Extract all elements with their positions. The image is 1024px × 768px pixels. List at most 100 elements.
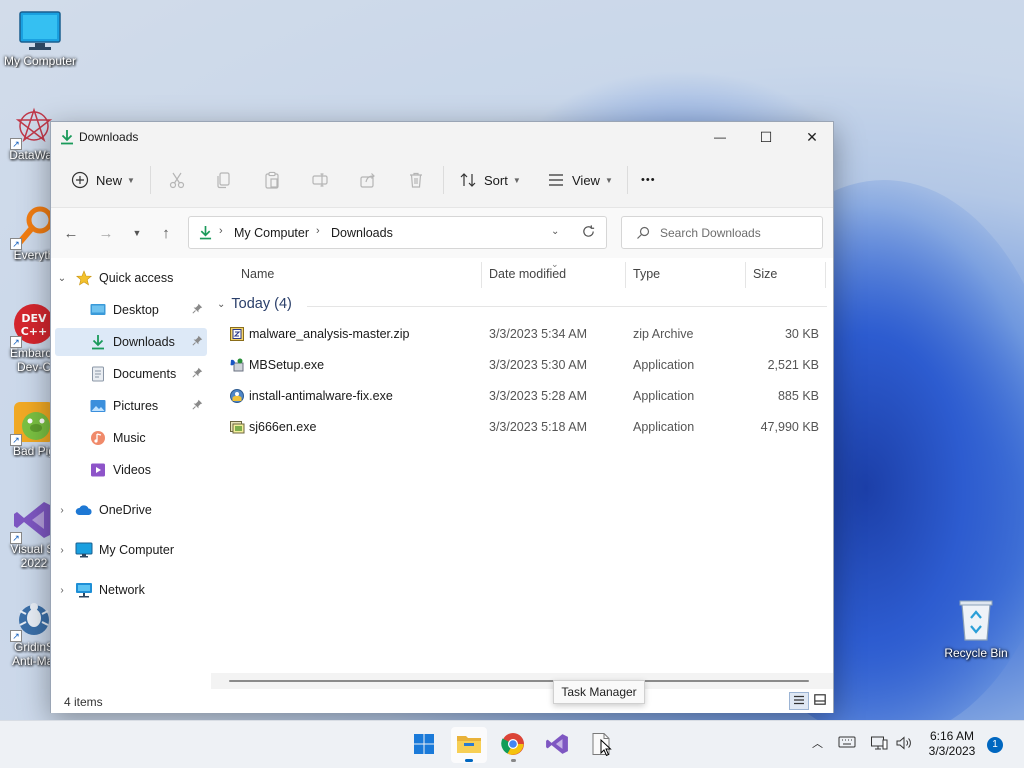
pin-icon[interactable] bbox=[192, 335, 203, 349]
breadcrumb-my-computer[interactable]: My Computer bbox=[234, 226, 309, 240]
nav-item-videos[interactable]: Videos bbox=[55, 456, 207, 484]
recent-locations-button[interactable]: ▼ bbox=[125, 221, 149, 245]
nav-item-label: Network bbox=[99, 583, 145, 597]
keyboard-icon[interactable] bbox=[838, 735, 856, 752]
chevron-down-icon[interactable]: ⌄ bbox=[55, 273, 69, 284]
taskbar-file-explorer[interactable] bbox=[451, 727, 487, 763]
nav-item-documents[interactable]: Documents bbox=[55, 360, 207, 388]
arrow-up-icon: ↑ bbox=[162, 224, 170, 242]
up-button[interactable]: ↑ bbox=[154, 221, 178, 245]
minimize-button[interactable]: — bbox=[697, 122, 743, 152]
share-icon[interactable] bbox=[356, 168, 380, 192]
file-row[interactable]: install-antimalware-fix.exe 3/3/2023 5:2… bbox=[211, 382, 831, 410]
installer-icon bbox=[229, 388, 245, 404]
pin-icon[interactable] bbox=[192, 399, 203, 413]
system-clock[interactable]: 6:16 AM 3/3/2023 bbox=[924, 729, 980, 759]
file-explorer-icon bbox=[456, 733, 482, 758]
chevron-down-icon: ▼ bbox=[512, 175, 521, 185]
file-row[interactable]: malware_analysis-master.zip 3/3/2023 5:3… bbox=[211, 320, 831, 348]
close-button[interactable]: ✕ bbox=[789, 122, 835, 152]
maximize-button[interactable]: ☐ bbox=[743, 122, 789, 152]
pin-icon[interactable] bbox=[192, 367, 203, 381]
address-bar[interactable]: › My Computer › Downloads ⌄ bbox=[188, 216, 607, 249]
column-header-size[interactable]: Size bbox=[753, 267, 777, 281]
chevron-down-icon: ▼ bbox=[604, 175, 613, 185]
column-header-date-modified[interactable]: Date modified bbox=[489, 267, 566, 281]
show-hidden-icons-button[interactable]: ︿ bbox=[812, 735, 823, 751]
file-explorer-window: Downloads — ☐ ✕ New ▼ Sort ▼ View ▼ ••• … bbox=[50, 121, 834, 713]
network-icon[interactable] bbox=[870, 735, 888, 754]
delete-icon[interactable] bbox=[404, 168, 428, 192]
pin-icon[interactable] bbox=[192, 303, 203, 317]
file-size: 885 KB bbox=[777, 389, 819, 403]
file-date: 3/3/2023 5:18 AM bbox=[489, 420, 587, 434]
refresh-icon[interactable] bbox=[581, 224, 596, 242]
videos-folder-icon bbox=[89, 461, 107, 479]
desktop-icon-recycle-bin[interactable]: Recycle Bin bbox=[940, 598, 1012, 660]
column-header-type[interactable]: Type bbox=[633, 267, 660, 281]
divider bbox=[627, 166, 628, 194]
desktop-icon-my-computer[interactable]: My Computer bbox=[0, 10, 80, 68]
arrow-left-icon: ← bbox=[63, 224, 79, 242]
group-header-today[interactable]: ⌄ Today (4) bbox=[217, 296, 292, 312]
address-row: ← → ▼ ↑ › My Computer › Downloads ⌄ bbox=[51, 208, 833, 258]
zip-archive-icon bbox=[229, 326, 245, 342]
rename-icon[interactable] bbox=[308, 168, 332, 192]
back-button[interactable]: ← bbox=[59, 221, 83, 245]
nav-quick-access[interactable]: ⌄ Quick access bbox=[55, 264, 207, 292]
chevron-down-icon: ⌄ bbox=[217, 298, 226, 310]
chevron-right-icon[interactable]: › bbox=[55, 545, 69, 556]
view-button[interactable]: View ▼ bbox=[547, 166, 613, 194]
nav-item-my-computer[interactable]: › My Computer bbox=[55, 536, 207, 564]
more-options-icon: ••• bbox=[641, 174, 656, 186]
breadcrumb-downloads[interactable]: Downloads bbox=[331, 226, 393, 240]
search-input[interactable] bbox=[660, 224, 810, 242]
nav-item-downloads[interactable]: Downloads bbox=[55, 328, 207, 356]
tiles-view-button[interactable] bbox=[810, 692, 830, 710]
taskbar-task-manager[interactable] bbox=[583, 727, 619, 763]
nav-item-desktop[interactable]: Desktop bbox=[55, 296, 207, 324]
nav-item-label: Music bbox=[113, 431, 146, 445]
details-view-button[interactable] bbox=[789, 692, 809, 710]
chevron-right-icon[interactable]: › bbox=[55, 585, 69, 596]
pictures-folder-icon bbox=[89, 397, 107, 415]
taskbar-chrome[interactable] bbox=[495, 727, 531, 763]
file-date: 3/3/2023 5:30 AM bbox=[489, 358, 587, 372]
divider bbox=[150, 166, 151, 194]
cut-icon[interactable] bbox=[165, 168, 189, 192]
nav-item-music[interactable]: Music bbox=[55, 424, 207, 452]
scrollbar-thumb[interactable] bbox=[229, 680, 809, 682]
svg-text:C++: C++ bbox=[21, 325, 48, 338]
nav-item-pictures[interactable]: Pictures bbox=[55, 392, 207, 420]
search-box[interactable] bbox=[621, 216, 823, 249]
sort-button[interactable]: Sort ▼ bbox=[459, 166, 521, 194]
start-button[interactable] bbox=[406, 727, 442, 763]
close-icon: ✕ bbox=[806, 128, 818, 145]
column-divider bbox=[745, 262, 746, 288]
star-icon bbox=[75, 269, 93, 287]
file-row[interactable]: sj666en.exe 3/3/2023 5:18 AM Application… bbox=[211, 413, 831, 441]
taskbar-visual-studio[interactable] bbox=[539, 727, 575, 763]
copy-icon[interactable] bbox=[212, 168, 236, 192]
nav-item-onedrive[interactable]: › OneDrive bbox=[55, 496, 207, 524]
volume-icon[interactable] bbox=[895, 735, 913, 754]
file-row[interactable]: MBSetup.exe 3/3/2023 5:30 AM Application… bbox=[211, 351, 831, 379]
notification-badge[interactable]: 1 bbox=[987, 737, 1003, 753]
horizontal-scrollbar[interactable] bbox=[211, 673, 833, 689]
file-date: 3/3/2023 5:34 AM bbox=[489, 327, 587, 341]
column-header-name[interactable]: Name bbox=[241, 267, 274, 281]
chevron-right-icon[interactable]: › bbox=[55, 505, 69, 516]
forward-button[interactable]: → bbox=[94, 221, 118, 245]
nav-item-label: Desktop bbox=[113, 303, 159, 317]
window-title: Downloads bbox=[79, 130, 139, 144]
file-size: 2,521 KB bbox=[767, 358, 819, 372]
address-history-dropdown[interactable]: ⌄ bbox=[551, 226, 559, 237]
malwarebytes-setup-icon bbox=[229, 357, 245, 373]
title-bar[interactable]: Downloads — ☐ ✕ bbox=[51, 122, 833, 152]
sort-icon bbox=[459, 171, 477, 189]
nav-item-network[interactable]: › Network bbox=[55, 576, 207, 604]
arrow-right-icon: → bbox=[98, 224, 114, 242]
new-button[interactable]: New ▼ bbox=[71, 166, 135, 194]
more-options-button[interactable]: ••• bbox=[641, 166, 656, 194]
paste-icon[interactable] bbox=[260, 168, 284, 192]
